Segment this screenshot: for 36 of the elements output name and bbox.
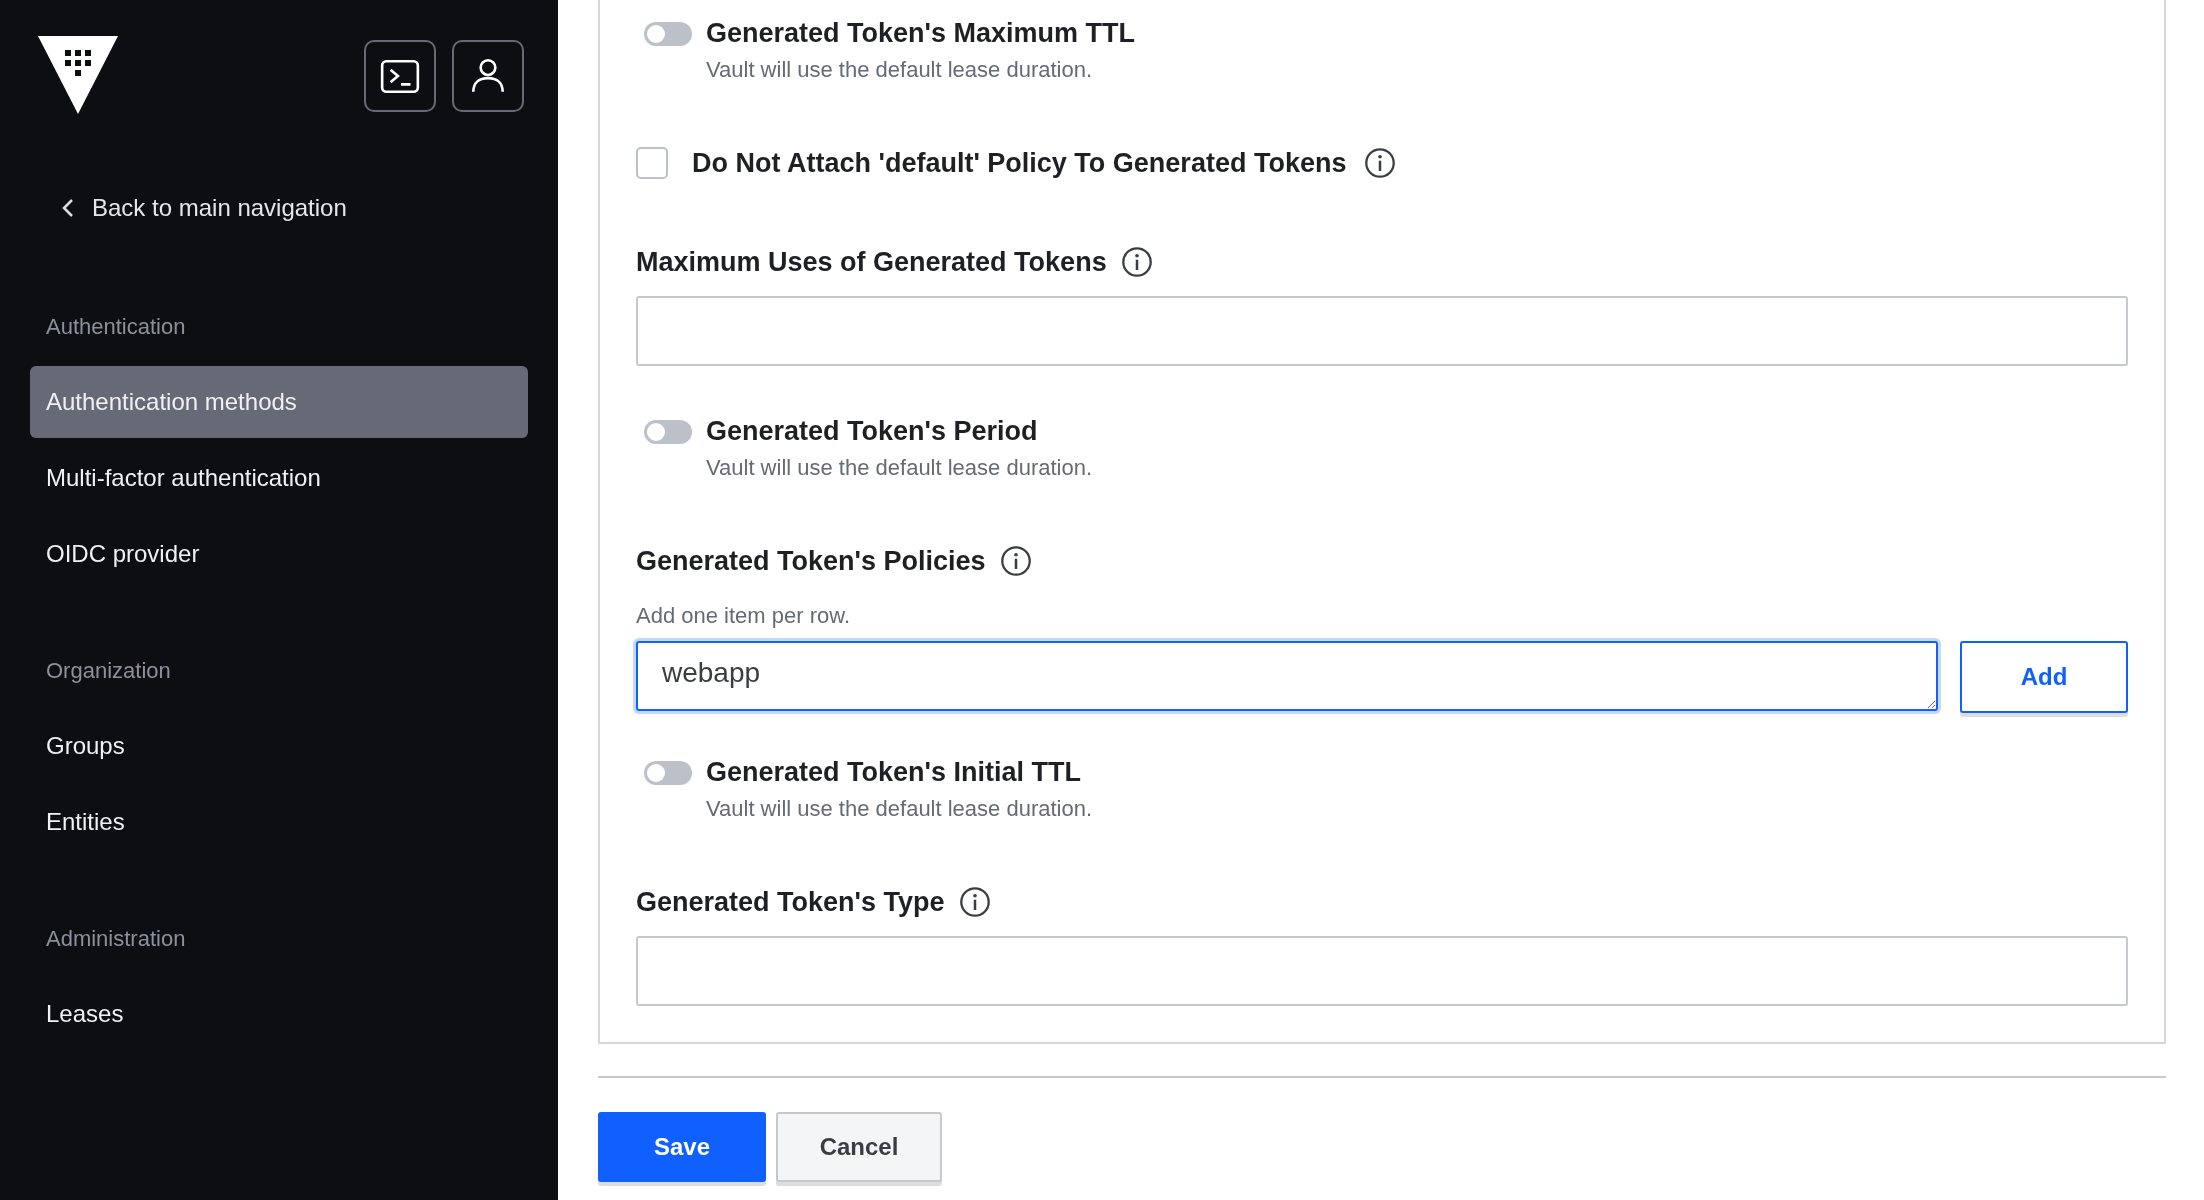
back-link[interactable]: Back to main navigation: [62, 194, 347, 222]
info-icon[interactable]: [999, 545, 1032, 577]
section-heading: Organization: [46, 658, 172, 684]
chevron-left-icon: [62, 198, 74, 218]
field-label: Generated Token's Type: [636, 886, 945, 918]
info-icon[interactable]: [1120, 246, 1153, 278]
help-text: Vault will use the default lease duration.: [706, 796, 1094, 822]
sidebar-item[interactable]: Authentication methods: [30, 366, 528, 438]
help-text: Vault will use the default lease duration.: [706, 455, 1094, 481]
section-heading: Administration: [46, 926, 187, 952]
sidebar-item[interactable]: Groups: [30, 710, 528, 782]
toggle-label: Generated Token's Period: [706, 416, 1038, 447]
toggle-switch[interactable]: [644, 21, 692, 46]
checkbox[interactable]: [636, 147, 668, 179]
policy-textarea[interactable]: webapp: [636, 641, 1938, 711]
text-input[interactable]: [636, 936, 2128, 1006]
toggle-label: Generated Token's Initial TTL: [706, 757, 1081, 788]
info-icon[interactable]: [1364, 147, 1397, 179]
terminal-button[interactable]: [364, 40, 436, 112]
toggle-switch[interactable]: [644, 760, 692, 785]
sidebar-item[interactable]: Entities: [30, 786, 528, 858]
user-button[interactable]: [452, 40, 524, 112]
toggle-switch[interactable]: [644, 419, 692, 444]
triangle-logo-icon: [38, 36, 118, 114]
sidebar-item[interactable]: Multi-factor authentication: [30, 442, 528, 514]
help-text: Add one item per row.: [636, 603, 851, 629]
sidebar-item[interactable]: OIDC provider: [30, 518, 528, 590]
section-heading: Authentication: [46, 314, 187, 340]
info-icon[interactable]: [958, 886, 991, 918]
checkbox-label: Do Not Attach 'default' Policy To Generated Tokens: [692, 147, 1347, 179]
help-text: Vault will use the default lease duration.: [706, 57, 1094, 83]
field-label: Generated Token's Policies: [636, 545, 986, 577]
field-label: Maximum Uses of Generated Tokens: [636, 246, 1107, 278]
toggle-label: Generated Token's Maximum TTL: [706, 18, 1135, 49]
sidebar-item[interactable]: Leases: [30, 978, 528, 1050]
text-input[interactable]: [636, 296, 2128, 366]
